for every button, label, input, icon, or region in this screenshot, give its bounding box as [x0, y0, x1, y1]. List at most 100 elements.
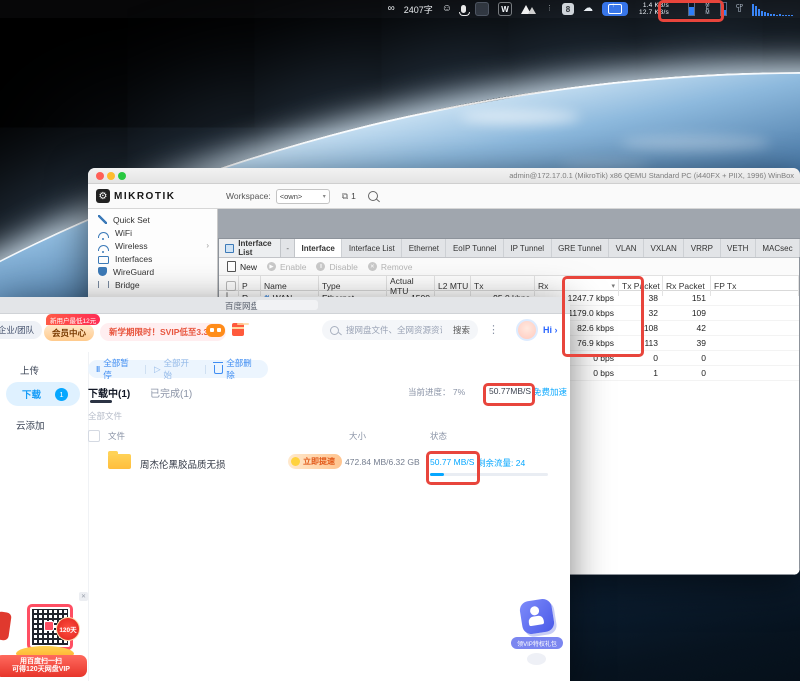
screen-share-icon[interactable]	[602, 2, 628, 16]
col-fp-tx[interactable]: FP Tx	[711, 276, 799, 296]
vpn-link-icon[interactable]: ∞	[388, 0, 395, 18]
tab-ip-tunnel[interactable]: IP Tunnel	[504, 239, 552, 257]
window-stack-icon[interactable]: ⧉	[342, 191, 348, 202]
download-actions-bar: ‖全部暂停 ▷全部开始 全部删除	[88, 360, 268, 378]
workspace-label: Workspace:	[226, 191, 271, 201]
tab-macsec[interactable]: MACsec	[756, 239, 800, 257]
window-title: admin@172.17.0.1 (MikroTik) x86 QEMU Sta…	[509, 171, 794, 180]
sidebar-item-interfaces[interactable]: Interfaces	[88, 252, 217, 265]
search-box[interactable]: 搜索	[322, 320, 478, 340]
cpu-history-chart[interactable]	[752, 2, 796, 16]
smiley-app-icon[interactable]: ☺	[442, 0, 452, 18]
qr-promo-banner[interactable]: 用百度扫一扫 可得120天网盘VIP	[0, 655, 87, 677]
mem-gauge[interactable]	[688, 2, 695, 16]
disable-button[interactable]: ‖ Disable	[316, 262, 357, 272]
start-all-button[interactable]: ▷全部开始	[146, 357, 205, 381]
zoom-button[interactable]	[118, 172, 126, 180]
enable-button[interactable]: ▶ Enable	[267, 262, 306, 272]
tab-completed[interactable]: 已完成(1)	[150, 385, 192, 400]
workspace-select[interactable]: <own> ▾	[276, 189, 330, 204]
x-icon: ✕	[368, 262, 377, 271]
tab-interface[interactable]: Interface	[295, 239, 342, 257]
tab-vlan[interactable]: VLAN	[609, 239, 644, 257]
tab-downloading[interactable]: 下载中(1)	[88, 385, 130, 400]
cell-tx-packet: 0	[619, 353, 663, 363]
remove-label: Remove	[381, 262, 413, 272]
sidebar-item-wifi[interactable]: WiFi	[88, 226, 217, 239]
sidebar-item-wireguard[interactable]: WireGuard	[88, 265, 217, 278]
assistant-mascot[interactable]	[519, 598, 556, 636]
netdisk-newtab-area[interactable]	[256, 300, 318, 310]
mikrotik-logo: ⚙ MIKROTIK	[88, 189, 212, 203]
sidebar-item-wireless[interactable]: Wireless ›	[88, 239, 217, 252]
tab-eoip-tunnel[interactable]: EoIP Tunnel	[446, 239, 503, 257]
search-button[interactable]: 搜索	[453, 324, 470, 336]
select-all-checkbox[interactable]	[226, 281, 236, 291]
menu-extra-icon[interactable]: ⋮	[546, 0, 553, 18]
netdisk-tab-title[interactable]: 百度网盘	[225, 300, 259, 312]
folder-icon	[108, 454, 131, 469]
search-icon	[330, 326, 339, 335]
tab-veth[interactable]: VETH	[721, 239, 756, 257]
sidebar-label: Bridge	[115, 280, 140, 290]
mikrotik-gear-icon: ⚙	[96, 189, 110, 203]
start-all-label: 全部开始	[164, 357, 198, 381]
select-all-checkbox[interactable]	[88, 430, 100, 442]
chevron-down-icon: ▾	[323, 193, 326, 200]
tab-vxlan[interactable]: VXLAN	[644, 239, 684, 257]
mascot-badge[interactable]: 领VIP特权礼包	[511, 637, 563, 649]
col-status: 状态	[430, 430, 447, 442]
minimize-button[interactable]	[107, 172, 115, 180]
file-name[interactable]: 周杰伦黑胶品质无损	[140, 457, 226, 471]
new-button[interactable]: New	[227, 261, 257, 272]
panel-tabbar: Interface List - Interface Interface Lis…	[219, 239, 799, 258]
delete-all-button[interactable]: 全部删除	[206, 357, 268, 381]
remove-button[interactable]: ✕ Remove	[368, 262, 413, 272]
sidebar-item-upload[interactable]: 上传	[20, 363, 39, 377]
avatar[interactable]	[516, 319, 538, 341]
pause-all-button[interactable]: ‖全部暂停	[88, 357, 145, 381]
cloud-app-icon[interactable]: ☁	[583, 0, 593, 18]
disable-label: Disable	[329, 262, 357, 272]
vip-center-button[interactable]: 会员中心	[44, 324, 94, 341]
tab-vrrp[interactable]: VRRP	[684, 239, 720, 257]
col-l2-mtu[interactable]: L2 MTU	[435, 276, 471, 296]
netdisk-window: 百度网盘 企业/团队 新用户最低12元 会员中心 新学期限时！SVIP低至3.3…	[0, 297, 570, 681]
char-count-status[interactable]: 2407字	[404, 3, 433, 16]
cpu-gauge[interactable]	[720, 2, 727, 16]
tab-gre-tunnel[interactable]: GRE Tunnel	[552, 239, 610, 257]
search-input[interactable]	[344, 324, 444, 336]
mountains-wallpaper-icon[interactable]	[521, 4, 537, 14]
team-pill[interactable]: 企业/团队	[0, 321, 42, 339]
free-boost-link[interactable]: 免费加速	[533, 386, 567, 398]
cell-tx-packet: 32	[619, 308, 663, 318]
search-icon[interactable]	[368, 191, 378, 201]
monitor-icon	[98, 256, 109, 264]
sort-arrow-icon[interactable]: ▾	[611, 282, 618, 290]
tab-interface-list[interactable]: Interface List	[342, 239, 402, 257]
greeting-link[interactable]: Hi ›	[543, 325, 558, 335]
network-speed-status[interactable]: 1.4 KB/s 12.7 KB/s	[637, 2, 679, 17]
w-app-icon[interactable]: W	[498, 2, 512, 16]
total-speed-value: 50.77MB/S	[489, 386, 531, 396]
microphone-icon[interactable]	[461, 5, 466, 13]
boost-now-badge[interactable]: 立即提速	[288, 454, 342, 469]
winbox-titlebar[interactable]: admin@172.17.0.1 (MikroTik) x86 QEMU Sta…	[88, 168, 800, 184]
close-button[interactable]	[96, 172, 104, 180]
sidebar-item-bridge[interactable]: Bridge	[88, 278, 217, 291]
sidebar-item-cloud-add[interactable]: 云添加	[16, 418, 45, 432]
more-menu-icon[interactable]: ⋮	[488, 323, 499, 336]
detach-button[interactable]: -	[281, 239, 295, 257]
qr-promo-line1: 用百度扫一扫	[20, 658, 62, 667]
close-icon[interactable]: ✕	[79, 592, 88, 601]
table-header: P Name Type Actual MTU L2 MTU Tx Rx▾ Tx …	[219, 276, 799, 291]
tab-ethernet[interactable]: Ethernet	[402, 239, 446, 257]
chevron-right-icon: ›	[206, 241, 209, 250]
dark-app-icon[interactable]	[475, 2, 489, 16]
gamepad-icon[interactable]	[206, 324, 225, 337]
gift-icon[interactable]	[232, 323, 244, 336]
chevron-right-icon: ›	[555, 325, 558, 335]
key8-app-icon[interactable]: 8	[562, 3, 574, 15]
sidebar-item-quickset[interactable]: Quick Set	[88, 213, 217, 226]
sidebar-item-download[interactable]: 下载 1	[6, 382, 80, 406]
